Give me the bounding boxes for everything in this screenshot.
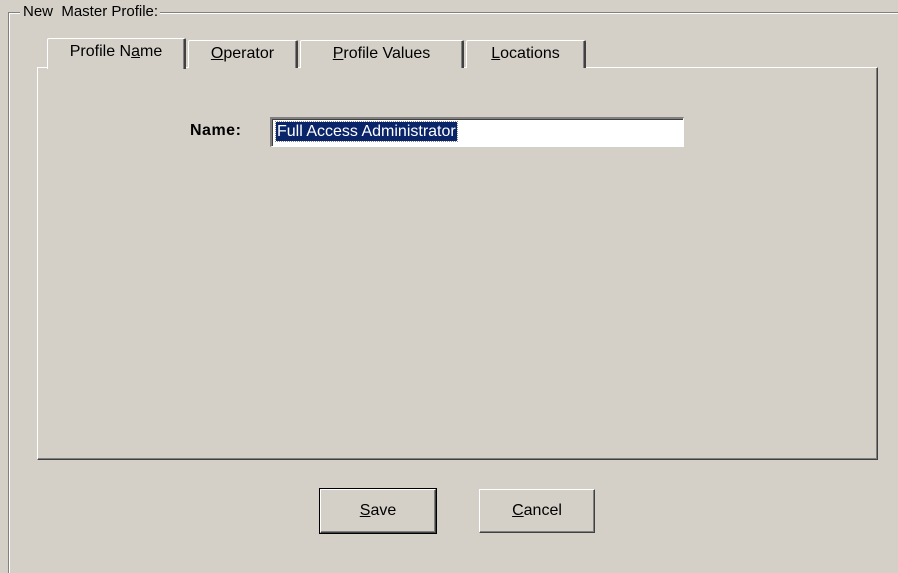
tab-profile-name-label: Profile Name [69,43,163,60]
name-input[interactable]: Full Access Administrator [270,117,684,147]
tab-profile-values[interactable]: Profile Values [300,40,464,68]
name-label: Name: [190,122,242,139]
tab-operator[interactable]: Operator [188,40,298,68]
cancel-button[interactable]: Cancel [479,489,595,533]
tab-profile-values-label: Profile Values [332,45,431,62]
tab-operator-label: Operator [210,45,275,62]
save-button[interactable]: Save [319,488,437,534]
name-input-value: Full Access Administrator [275,121,458,142]
tab-locations-label: Locations [491,45,560,62]
group-title: New Master Profile: [20,4,161,20]
tab-profile-name[interactable]: Profile Name [47,38,186,69]
tab-locations[interactable]: Locations [466,40,586,68]
